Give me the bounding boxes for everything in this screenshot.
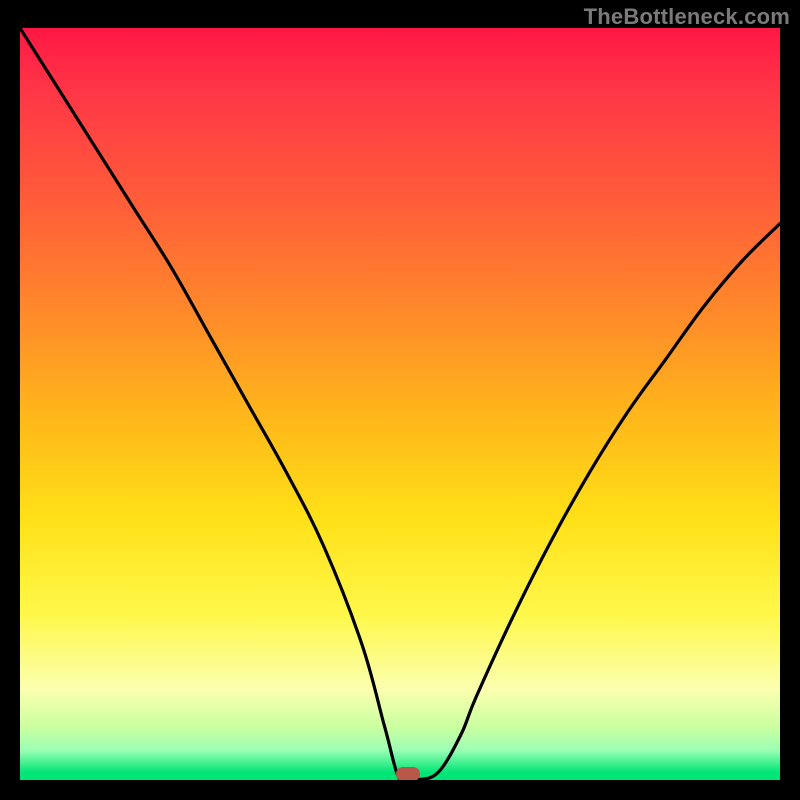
watermark-text: TheBottleneck.com xyxy=(584,4,790,30)
bottleneck-curve xyxy=(20,28,780,780)
chart-frame: TheBottleneck.com xyxy=(0,0,800,800)
plot-area xyxy=(20,28,780,780)
optimum-marker xyxy=(396,767,420,780)
curve-path xyxy=(20,28,780,780)
